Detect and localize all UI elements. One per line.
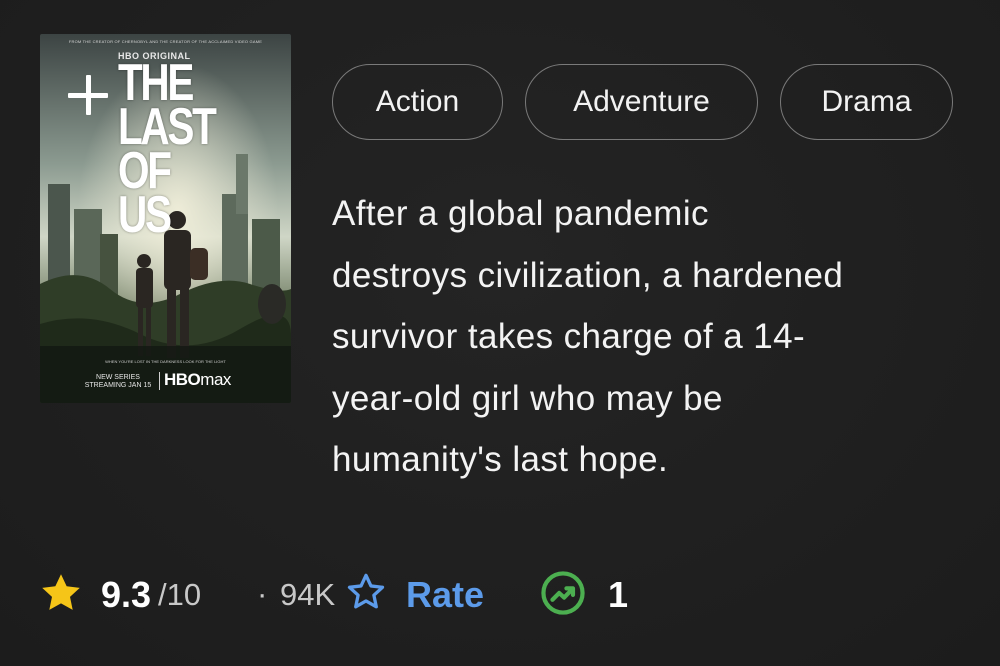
poster-tagline: FROM THE CREATOR OF CHERNOBYL AND THE CR… bbox=[68, 39, 263, 44]
plot-synopsis[interactable]: After a global pandemic destroys civiliz… bbox=[332, 183, 972, 491]
synopsis-line: humanity's last hope. bbox=[332, 440, 669, 479]
popularity-meter[interactable]: 1 bbox=[536, 566, 636, 618]
rate-label: Rate bbox=[406, 574, 485, 615]
rating-value: 9.3 bbox=[101, 574, 152, 615]
streamer-hbo: HBO bbox=[164, 370, 201, 389]
genre-chips: Action Adventure Drama bbox=[332, 64, 953, 140]
poster-release-info: NEW SERIES STREAMING JAN 15 bbox=[82, 374, 154, 390]
popularity-rank: 1 bbox=[608, 574, 629, 615]
streamer-max: max bbox=[200, 370, 231, 389]
synopsis-line: After a global pandemic bbox=[332, 194, 709, 233]
add-to-watchlist-button[interactable] bbox=[63, 70, 113, 120]
title-overview-screen: FROM THE CREATOR OF CHERNOBYL AND THE CR… bbox=[0, 0, 1000, 666]
rating-separator: · bbox=[257, 576, 268, 611]
poster-bottom-tagline: WHEN YOU'RE LOST IN THE DARKNESS LOOK FO… bbox=[105, 359, 226, 364]
synopsis-line: destroys civilization, a hardened bbox=[332, 255, 844, 295]
rating-max: /10 bbox=[158, 577, 202, 612]
rate-button[interactable]: Rate bbox=[341, 566, 501, 618]
genre-chip-action[interactable]: Action bbox=[332, 64, 503, 140]
synopsis-line: survivor takes charge of a 14- bbox=[332, 317, 806, 356]
trending-up-icon bbox=[541, 571, 585, 615]
genre-chip-adventure[interactable]: Adventure bbox=[525, 64, 758, 140]
genre-chip-drama[interactable]: Drama bbox=[780, 64, 953, 140]
poster-title-line: OF US bbox=[118, 142, 172, 244]
synopsis-line: year-old girl who may be bbox=[332, 378, 723, 418]
poster-title: THE LAST OF US bbox=[118, 57, 217, 244]
poster-release-line: NEW SERIES bbox=[96, 374, 140, 381]
poster-release-line: STREAMING JAN 15 bbox=[84, 382, 152, 389]
poster-streamer-logo: HBOmax bbox=[164, 370, 231, 390]
star-filled-icon bbox=[42, 574, 80, 610]
rating-row: 9.3 /10 · 94K Rate 1 bbox=[38, 566, 678, 618]
star-outline-icon bbox=[347, 573, 385, 609]
poster-divider bbox=[159, 372, 160, 390]
rating-count: 94K bbox=[280, 577, 336, 612]
